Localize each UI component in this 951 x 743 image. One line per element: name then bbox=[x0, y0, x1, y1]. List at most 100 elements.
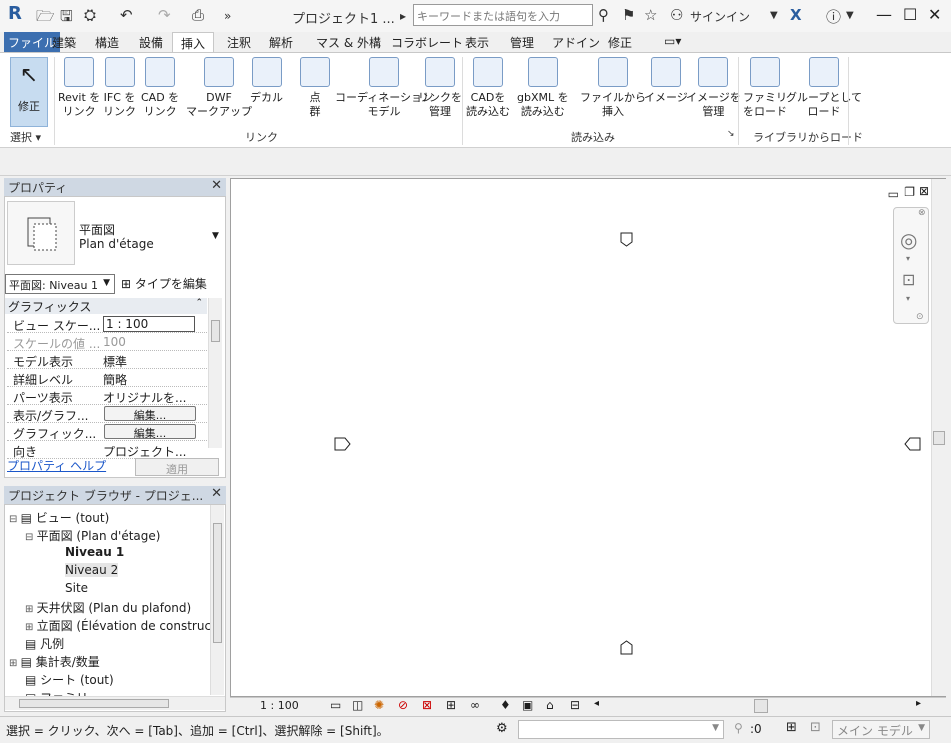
elevation-marker-east[interactable] bbox=[903, 437, 921, 451]
communication-icon[interactable]: ⚑ bbox=[622, 6, 635, 24]
tab-1[interactable]: 建築 bbox=[52, 34, 76, 51]
view-restore-icon[interactable]: ❐ bbox=[904, 185, 915, 199]
user-icon[interactable]: ⚇ bbox=[670, 6, 683, 24]
crop-view-icon[interactable]: ⊠ bbox=[422, 698, 432, 712]
property-value[interactable]: オリジナルを... bbox=[103, 389, 195, 406]
expand-toggle-icon[interactable]: ⊞ bbox=[25, 604, 37, 615]
undo-icon[interactable]: ↶ bbox=[120, 6, 133, 24]
worksets-icon[interactable]: ⚙ bbox=[496, 721, 508, 736]
browser-h-scrollbar[interactable] bbox=[5, 696, 225, 710]
section-graphics[interactable]: グラフィックス ⌃ bbox=[5, 298, 207, 314]
elevation-marker-south[interactable] bbox=[620, 639, 634, 655]
close-icon[interactable]: ✕ bbox=[211, 486, 222, 501]
tab-6[interactable]: 解析 bbox=[269, 34, 293, 51]
help-icon[interactable]: ⓘ bbox=[826, 6, 841, 27]
properties-scrollbar[interactable] bbox=[208, 298, 222, 448]
buttons_import-4-button[interactable]: イメージを 管理 bbox=[686, 57, 741, 119]
tab-9[interactable]: 表示 bbox=[465, 34, 489, 51]
search-input[interactable]: キーワードまたは語句を入力 bbox=[413, 4, 593, 26]
design-options-icon[interactable]: ⊡ bbox=[810, 720, 821, 735]
analytical-model-icon[interactable]: ⌂ bbox=[546, 698, 554, 712]
binoculars-icon[interactable]: ⚲ bbox=[598, 6, 609, 24]
buttons_link-0-button[interactable]: Revit をリンク bbox=[58, 57, 100, 119]
zoom-region-icon[interactable]: ⊡ bbox=[902, 270, 915, 289]
buttons_link-5-button[interactable]: 点群 bbox=[300, 57, 330, 119]
zoom-dropdown-icon[interactable]: ▾ bbox=[906, 294, 910, 303]
tab-8[interactable]: コラボレート bbox=[391, 34, 463, 51]
expand-toggle-icon[interactable]: ⊟ bbox=[9, 514, 21, 525]
canvas-h-scroll-thumb[interactable] bbox=[754, 699, 768, 713]
steering-wheel-icon[interactable]: ◎ bbox=[900, 228, 917, 252]
properties-help-link[interactable]: プロパティ ヘルプ bbox=[7, 457, 106, 474]
editable-only-icon[interactable]: ⊞ bbox=[786, 720, 797, 735]
buttons_link-7-button[interactable]: リンクを 管理 bbox=[418, 57, 462, 119]
edit-type-button[interactable]: ⊞ タイプを編集 bbox=[121, 275, 207, 292]
tree-node[interactable]: Site bbox=[65, 581, 88, 595]
save-icon[interactable]: 🖫 bbox=[60, 6, 73, 31]
sync-icon[interactable]: ⛭ bbox=[84, 6, 96, 24]
expand-toggle-icon[interactable]: ⊞ bbox=[25, 622, 37, 633]
tab-2[interactable]: 構造 bbox=[95, 34, 119, 51]
redo-icon[interactable]: ↷ bbox=[158, 6, 171, 24]
tree-node[interactable]: ⊞ ▤ 集計表/数量 bbox=[9, 653, 100, 670]
tab-5[interactable]: 注釈 bbox=[227, 34, 251, 51]
select-group-label[interactable]: 選択 ▾ bbox=[10, 129, 41, 145]
modify-button[interactable]: ↖ 修正 bbox=[10, 57, 48, 127]
tree-node[interactable]: ▤ シート (tout) bbox=[25, 671, 114, 688]
sun-path-icon[interactable]: ✺ bbox=[374, 698, 384, 712]
workset-dropdown[interactable]: ▼ bbox=[518, 720, 724, 739]
buttons_import-3-button[interactable]: イメージ bbox=[644, 57, 688, 105]
buttons_import-2-button[interactable]: ファイルから 挿入 bbox=[580, 57, 646, 119]
more-icon[interactable]: » bbox=[224, 9, 231, 23]
view-scale[interactable]: 1 : 100 bbox=[260, 699, 299, 712]
close-button[interactable]: ✕ bbox=[928, 5, 941, 24]
navbar-close-icon[interactable]: ⊗ bbox=[918, 208, 926, 218]
tab-12[interactable]: 修正 bbox=[608, 34, 632, 51]
tab-11[interactable]: アドイン bbox=[552, 34, 600, 51]
detail-level-icon[interactable]: ▭ bbox=[330, 698, 341, 712]
property-value[interactable]: 1 : 100 bbox=[103, 316, 195, 332]
buttons_import-1-button[interactable]: gbXML を読み込む bbox=[517, 57, 569, 119]
tab-10[interactable]: 管理 bbox=[510, 34, 534, 51]
tab-7[interactable]: マス & 外構 bbox=[316, 34, 381, 51]
show-crop-region-icon[interactable]: ⊞ bbox=[446, 698, 456, 712]
minimize-button[interactable]: — bbox=[876, 5, 892, 24]
import-launcher-icon[interactable]: ↘ bbox=[727, 129, 735, 139]
buttons_library-1-button[interactable]: グループとして ロード bbox=[786, 57, 862, 119]
print-icon[interactable]: ⎙ bbox=[192, 6, 204, 24]
exchange-apps-icon[interactable]: X bbox=[790, 6, 802, 24]
buttons_link-2-button[interactable]: CAD をリンク bbox=[141, 57, 179, 119]
navbar-options-icon[interactable]: ⊙ bbox=[916, 312, 924, 322]
visual-style-icon[interactable]: ◫ bbox=[352, 698, 363, 712]
help-dropdown-icon[interactable]: ▼ bbox=[846, 10, 854, 21]
view-minimize-icon[interactable]: ▭ bbox=[888, 187, 899, 201]
scroll-left-icon[interactable]: ◂ bbox=[594, 698, 599, 709]
property-value[interactable]: 簡略 bbox=[103, 371, 195, 388]
design-option-dropdown[interactable]: メイン モデル ▼ bbox=[832, 720, 930, 739]
expand-icon[interactable]: ▸ bbox=[400, 9, 406, 23]
filter-icon[interactable]: ⚲ bbox=[734, 721, 743, 735]
elevation-marker-west[interactable] bbox=[334, 437, 352, 451]
wheel-dropdown-icon[interactable]: ▾ bbox=[906, 254, 910, 263]
tree-node[interactable]: Niveau 2 bbox=[65, 563, 119, 577]
drawing-canvas[interactable]: ▭ ❐ ⊠ bbox=[230, 178, 946, 697]
tab-3[interactable]: 設備 bbox=[139, 34, 163, 51]
tree-node[interactable]: ▤ 凡例 bbox=[25, 635, 64, 652]
tab-4[interactable]: 挿入 bbox=[172, 32, 215, 53]
buttons_link-1-button[interactable]: IFC をリンク bbox=[103, 57, 136, 119]
elevation-marker-north[interactable] bbox=[620, 232, 634, 248]
canvas-v-scrollbar[interactable] bbox=[931, 179, 946, 696]
type-dropdown-icon[interactable]: ▼ bbox=[212, 231, 219, 241]
expand-toggle-icon[interactable]: ⊟ bbox=[25, 532, 37, 543]
buttons_library-0-button[interactable]: ファミリ をロード bbox=[743, 57, 787, 119]
view-close-icon[interactable]: ⊠ bbox=[919, 184, 929, 198]
constraints-icon[interactable]: ⊟ bbox=[570, 698, 580, 712]
open-icon[interactable]: 🗁 bbox=[36, 6, 55, 31]
tree-node[interactable]: ⊞ 天井伏図 (Plan du plafond) bbox=[25, 599, 191, 616]
worksharing-icon[interactable]: ▣ bbox=[522, 698, 533, 712]
tree-node[interactable]: ⊟ ▤ ビュー (tout) bbox=[9, 509, 109, 526]
tree-node[interactable]: Niveau 1 bbox=[65, 545, 124, 559]
tree-node[interactable]: ⊟ 平面図 (Plan d'étage) bbox=[25, 527, 160, 544]
reveal-hidden-icon[interactable]: ♦ bbox=[500, 698, 511, 712]
property-value[interactable]: 標準 bbox=[103, 353, 195, 370]
